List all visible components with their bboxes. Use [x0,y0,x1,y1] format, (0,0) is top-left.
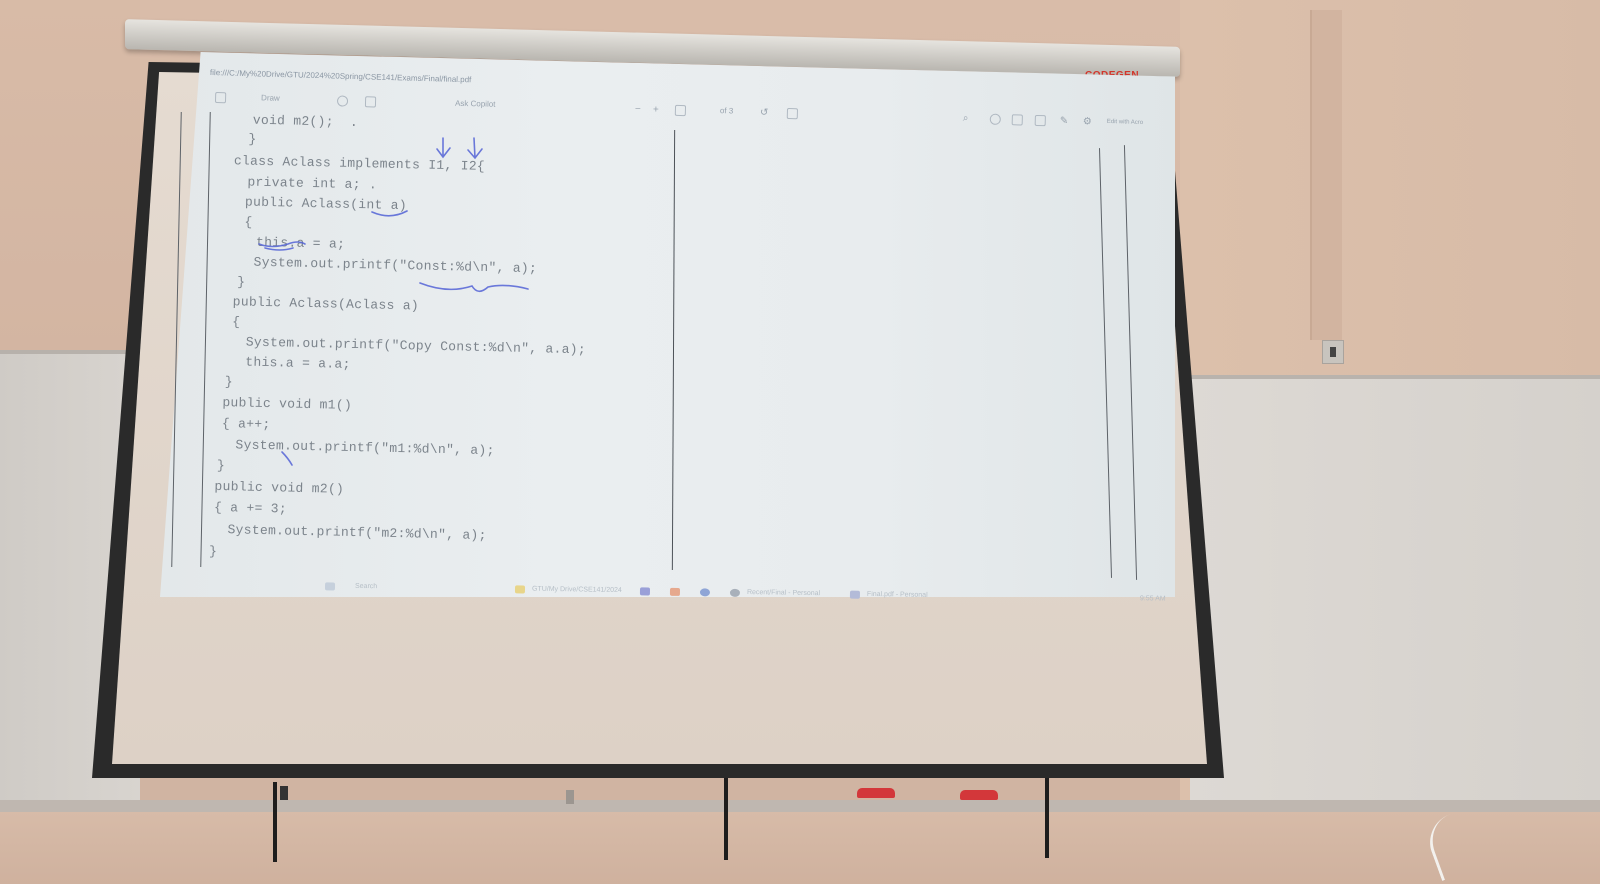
arrow-down-annotation [467,137,483,160]
whiteboard-clip [280,786,288,800]
browser-icon[interactable] [729,588,741,597]
taskbar-search[interactable]: Search [355,583,377,590]
pen-annotations [258,137,529,466]
tick-annotation [281,451,293,466]
red-mount-bracket [960,790,998,800]
screen-strap [724,778,728,860]
squiggle-annotation [419,282,529,293]
screen-strap [1045,778,1049,858]
app-icon[interactable] [639,587,651,596]
app-icon[interactable] [669,587,681,596]
whiteboard-clip [566,790,574,804]
browser-icon[interactable] [699,588,711,597]
underline-annotation [264,247,294,251]
windows-start-icon[interactable] [324,582,336,591]
pdf-app-icon[interactable] [849,590,861,599]
taskbar-folder[interactable]: GTU/My Drive/CSE141/2024 [532,586,622,594]
taskbar-clock: 9:55 AM [1139,595,1166,603]
folder-icon[interactable] [514,585,526,594]
arrow-down-annotation [436,137,451,159]
red-mount-bracket [857,788,895,798]
taskbar-app[interactable]: Recent/Final - Personal [747,589,820,597]
underline-annotation [371,210,408,217]
taskbar-app[interactable]: Final.pdf - Personal [867,591,928,599]
underline-annotation [258,241,306,248]
screen-strap [273,782,277,862]
